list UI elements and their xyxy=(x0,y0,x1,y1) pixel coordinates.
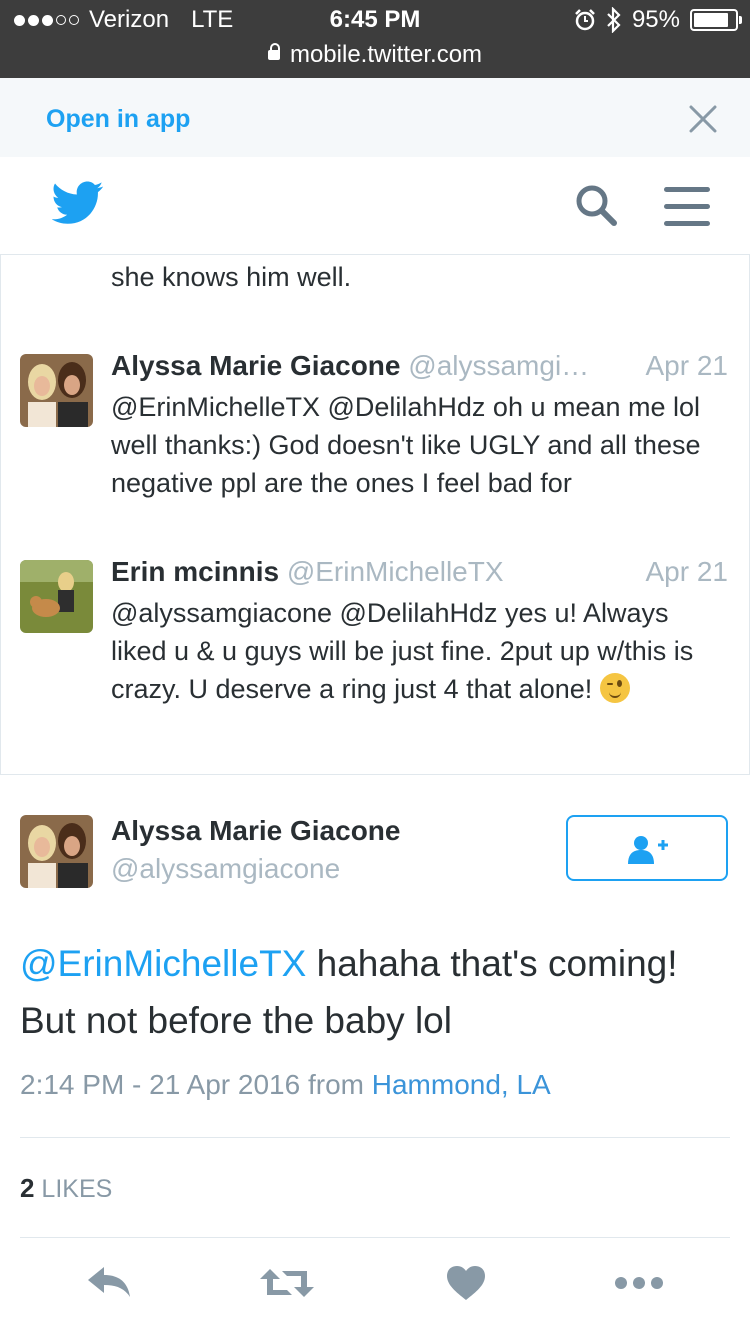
url-bar[interactable]: mobile.twitter.com xyxy=(0,41,750,69)
alarm-icon xyxy=(575,9,595,31)
more-options-icon[interactable] xyxy=(614,1265,664,1301)
location-link[interactable]: Hammond, LA xyxy=(372,1069,551,1100)
add-user-icon xyxy=(628,836,668,864)
tweet-text: @ErinMichelleTX @DelilahHdz oh u mean me… xyxy=(111,392,701,498)
divider xyxy=(20,1237,730,1238)
author-handle[interactable]: @alyssamgiacone xyxy=(111,853,340,885)
mention-link[interactable]: @ErinMichelleTX xyxy=(20,943,306,984)
winking-face-icon xyxy=(599,673,630,703)
conversation-thread: she knows him well. Alyssa Marie Giacone… xyxy=(0,254,750,775)
follow-button[interactable] xyxy=(566,815,728,881)
likes-number: 2 xyxy=(20,1173,35,1203)
avatar[interactable] xyxy=(20,354,93,427)
search-icon[interactable] xyxy=(574,183,618,227)
lock-icon xyxy=(267,43,280,60)
author-name[interactable]: Erin mcinnis xyxy=(111,556,279,587)
main-tweet: Alyssa Marie Giacone @alyssamgiacone @Er… xyxy=(0,775,750,1334)
tweet-timestamp[interactable]: 2:14 PM - 21 Apr 2016 xyxy=(20,1069,300,1100)
close-icon[interactable] xyxy=(688,104,718,134)
menu-icon[interactable] xyxy=(664,187,710,227)
likes-count[interactable]: 2 LIKES xyxy=(20,1173,112,1204)
tweet-actions xyxy=(0,1265,750,1305)
open-in-app-banner: Open in app xyxy=(0,78,750,157)
status-icons: 95% xyxy=(574,6,742,34)
open-in-app-link[interactable]: Open in app xyxy=(46,105,190,134)
reply-icon[interactable] xyxy=(86,1265,132,1299)
divider xyxy=(20,1137,730,1138)
tweet-text: @ErinMichelleTX hahaha that's coming! Bu… xyxy=(20,935,740,1049)
author-handle[interactable]: @alyssamgi… xyxy=(408,350,589,381)
twitter-logo-icon[interactable] xyxy=(52,181,104,225)
from-label: from xyxy=(307,1069,364,1100)
bluetooth-icon xyxy=(607,7,621,33)
like-heart-icon[interactable] xyxy=(446,1265,486,1301)
author-handle[interactable]: @ErinMichelleTX xyxy=(287,556,504,587)
tweet-text: @alyssamgiacone @DelilahHdz yes u! Alway… xyxy=(111,594,731,708)
app-header xyxy=(0,157,750,255)
battery-percentage: 95% xyxy=(631,6,680,33)
likes-label: LIKES xyxy=(41,1175,113,1203)
tweet-date[interactable]: Apr 21 xyxy=(627,556,728,588)
author-name[interactable]: Alyssa Marie Giacone xyxy=(111,815,400,847)
url-text: mobile.twitter.com xyxy=(289,41,483,68)
retweet-icon[interactable] xyxy=(258,1265,316,1301)
tweet-date[interactable]: Apr 21 xyxy=(627,350,728,382)
previous-tweet-text: she knows him well. xyxy=(111,262,352,292)
avatar[interactable] xyxy=(20,560,93,633)
status-bar: Verizon LTE 6:45 PM mobile.twitter.com 9… xyxy=(0,0,750,78)
author-name[interactable]: Alyssa Marie Giacone xyxy=(111,350,400,381)
battery-icon xyxy=(690,9,742,31)
avatar[interactable] xyxy=(20,815,93,888)
tweet-metadata: 2:14 PM - 21 Apr 2016 from Hammond, LA xyxy=(20,1069,551,1101)
